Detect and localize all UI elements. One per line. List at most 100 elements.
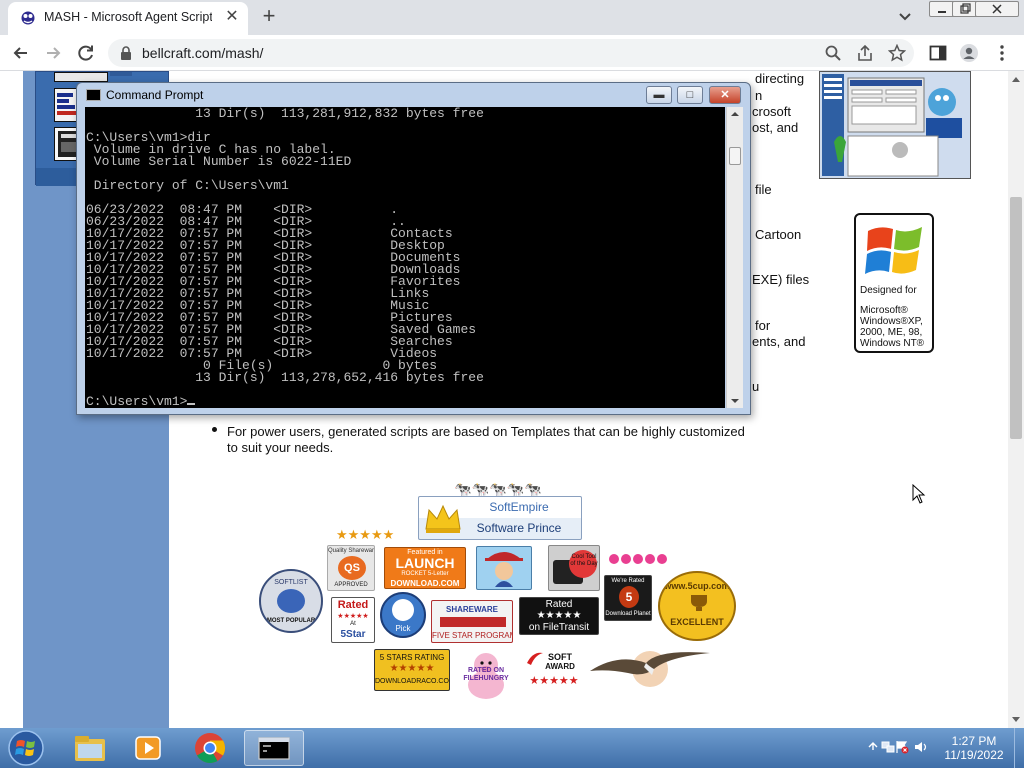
award-soft-award[interactable]: SOFT AWARD ★★★★★ bbox=[523, 647, 585, 689]
start-button-icon[interactable] bbox=[6, 729, 46, 767]
command-prompt-window[interactable]: Command Prompt ▬ □ ✕ 13 Dir(s) 113,281,9… bbox=[76, 82, 751, 415]
taskbar-chrome[interactable] bbox=[180, 730, 240, 766]
award-cool-tool[interactable]: Cool Tool of the Day bbox=[548, 545, 600, 591]
tray-volume-icon[interactable] bbox=[914, 740, 928, 754]
starsrating-stars: ★★★★★ bbox=[389, 663, 435, 674]
forward-arrow-icon[interactable] bbox=[42, 42, 64, 64]
media-player-icon bbox=[135, 736, 161, 760]
tray-network-icon[interactable] bbox=[881, 740, 895, 754]
award-five-star-program[interactable]: SHAREWARE FIVE STAR PROGRAM bbox=[431, 600, 513, 643]
award-five-stars[interactable]: ★★★★★ bbox=[336, 527, 408, 543]
pick-badge-face bbox=[392, 599, 414, 621]
cmd-maximize-button[interactable]: □ bbox=[677, 86, 703, 104]
menu-kebab-icon[interactable] bbox=[992, 43, 1012, 63]
show-desktop-button[interactable] bbox=[1014, 728, 1024, 768]
award-5stars-rating[interactable]: 5 STARS RATING ★★★★★ DOWNLOADRACO.COM bbox=[374, 649, 450, 691]
taskbar-media-player[interactable] bbox=[119, 730, 179, 766]
lock-icon[interactable] bbox=[120, 46, 132, 60]
softlist-seal bbox=[277, 589, 305, 613]
rated5-top-label: Rated bbox=[337, 599, 369, 611]
tab-search-chevron-icon[interactable] bbox=[896, 9, 914, 25]
cmd-app-icon bbox=[86, 89, 101, 101]
smiley-row-icon bbox=[609, 554, 667, 564]
chrome-browser-icon bbox=[195, 733, 226, 764]
award-cows[interactable]: 🐄🐄🐄🐄🐄 bbox=[444, 481, 552, 497]
cmd-close-button[interactable]: ✕ bbox=[709, 86, 741, 104]
taskbar-command-prompt[interactable] bbox=[244, 730, 304, 766]
cmd-scroll-up-icon[interactable] bbox=[731, 112, 739, 116]
close-icon bbox=[992, 4, 1002, 14]
cmd-line: 13 Dir(s) 113,281,912,832 bytes free bbox=[86, 107, 484, 121]
bullet-point bbox=[212, 427, 217, 432]
award-download-planet[interactable]: We're Rated 5 Download Planet bbox=[604, 575, 652, 621]
page-text-fragment-5: file bbox=[755, 182, 772, 197]
award-smileys[interactable] bbox=[608, 552, 672, 566]
filetransit-bottom-label: on FileTransit bbox=[528, 622, 590, 633]
award-quality-shareware[interactable]: Quality Shareware QS APPROVED bbox=[327, 545, 375, 591]
reload-icon[interactable] bbox=[75, 42, 97, 64]
five-star-stripe bbox=[440, 617, 506, 627]
cmd-scrollbar[interactable] bbox=[726, 107, 743, 408]
cmd-minimize-button[interactable]: ▬ bbox=[646, 86, 672, 104]
five-star-bottom-label: FIVE STAR PROGRAM bbox=[432, 631, 513, 640]
side-panel-icon[interactable] bbox=[928, 43, 948, 63]
zoom-search-icon[interactable] bbox=[824, 44, 842, 62]
scroll-down-arrow-icon[interactable] bbox=[1012, 717, 1020, 722]
page-text-fragment-7: EXE) files bbox=[752, 272, 810, 287]
tab-close-icon[interactable]: ✕ bbox=[224, 9, 240, 25]
scrollbar-thumb[interactable] bbox=[1010, 197, 1022, 439]
award-filehungry-pig[interactable]: RATED ON FILEHUNGRY bbox=[459, 647, 513, 701]
cmd-scroll-down-icon[interactable] bbox=[731, 399, 739, 403]
award-softlist-most-popular[interactable]: SOFTLIST MOST POPULAR bbox=[259, 569, 323, 633]
page-text-fragment-1: directing bbox=[755, 71, 805, 86]
designed-for-windows-badge[interactable]: Designed for Microsoft® Windows®XP, 2000… bbox=[854, 213, 934, 353]
browser-tab-active[interactable]: MASH - Microsoft Agent Scripting Helper … bbox=[8, 2, 248, 35]
award-bird[interactable] bbox=[588, 643, 712, 687]
excellent-bottom-label: EXCELLENT bbox=[670, 617, 724, 627]
award-pick[interactable]: Pick bbox=[380, 592, 426, 638]
tray-chevron-icon[interactable] bbox=[866, 740, 880, 754]
award-softempire[interactable]: SoftEmpire Software Prince bbox=[418, 496, 582, 540]
taskbar-clock[interactable]: 1:27 PM 11/19/2022 bbox=[938, 734, 1010, 762]
new-tab-button[interactable]: + bbox=[258, 5, 280, 28]
cmd-title-bar[interactable]: Command Prompt ▬ □ ✕ bbox=[77, 83, 750, 107]
scroll-up-arrow-icon[interactable] bbox=[1012, 77, 1020, 82]
dlplanet-number: 5 bbox=[619, 586, 639, 608]
page-text-fragment-4: ost, and bbox=[752, 120, 799, 135]
mash-app-screenshot-icon bbox=[820, 72, 970, 178]
award-launch-download[interactable]: Featured in LAUNCH ROCKET 5-Letter DOWNL… bbox=[384, 547, 466, 589]
qs-seal: QS bbox=[338, 556, 366, 580]
cmd-console-output[interactable]: 13 Dir(s) 113,281,912,832 bytes free C:\… bbox=[85, 107, 725, 408]
cmd-output-text: 13 Dir(s) 113,281,912,832 bytes free C:\… bbox=[86, 107, 484, 408]
award-filetransit[interactable]: Rated ★★★★★ on FileTransit bbox=[519, 597, 599, 635]
nav-thumbnail-1-edge bbox=[110, 72, 132, 76]
bookmark-star-icon[interactable] bbox=[888, 44, 906, 62]
award-rated-5star[interactable]: Rated ★★★★★ At 5Star bbox=[331, 597, 375, 643]
cmd-line: Volume Serial Number is 6022-11ED bbox=[86, 154, 352, 169]
taskbar-explorer[interactable] bbox=[60, 730, 120, 766]
mash-screenshot-image[interactable] bbox=[819, 71, 971, 179]
url-text[interactable]: bellcraft.com/mash/ bbox=[142, 45, 263, 61]
cmd-scrollbar-thumb[interactable] bbox=[729, 147, 741, 165]
restore-icon bbox=[960, 3, 971, 14]
award-5cup-excellent[interactable]: www.5cup.com EXCELLENT bbox=[658, 571, 736, 641]
page-scrollbar[interactable] bbox=[1008, 71, 1024, 728]
dlplanet-top-label: We're Rated bbox=[611, 578, 645, 584]
tab-title: MASH - Microsoft Agent Scripting Helper bbox=[44, 10, 212, 24]
nav-thumbnail-1[interactable] bbox=[54, 72, 108, 82]
address-bar[interactable]: bellcraft.com/mash/ bbox=[108, 39, 914, 67]
designed-for-label: Designed for bbox=[860, 285, 917, 296]
share-icon[interactable] bbox=[856, 44, 874, 62]
window-close-button[interactable] bbox=[975, 1, 1019, 17]
browser-tab-strip: MASH - Microsoft Agent Scripting Helper … bbox=[0, 0, 1024, 35]
page-text-fragment-3: crosoft bbox=[752, 104, 792, 119]
five-star-top-label: SHAREWARE bbox=[445, 605, 498, 614]
cmd-taskbar-icon bbox=[258, 737, 290, 760]
profile-avatar-icon[interactable] bbox=[959, 43, 979, 63]
back-arrow-icon[interactable] bbox=[10, 42, 32, 64]
tray-action-center-icon[interactable] bbox=[895, 740, 909, 754]
cartoon-cowboy-icon bbox=[485, 552, 523, 587]
award-cartoon-cowboy[interactable] bbox=[476, 546, 532, 590]
xp-badge-line-4: Windows NT® bbox=[860, 338, 925, 349]
trophy-cup-icon bbox=[691, 595, 707, 611]
